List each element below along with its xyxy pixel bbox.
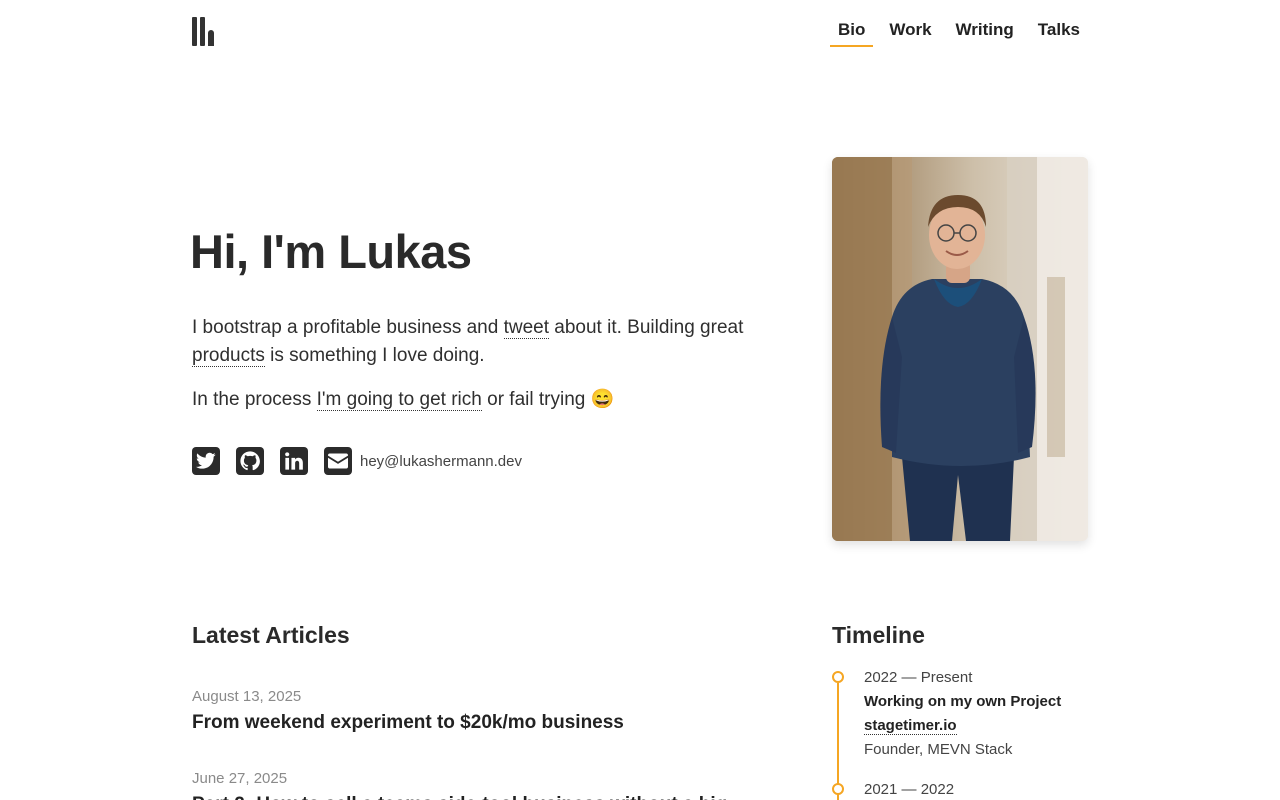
site-header: Bio Work Writing Talks bbox=[0, 0, 1280, 60]
hero-title: Hi, I'm Lukas bbox=[190, 225, 472, 278]
nav-item-bio[interactable]: Bio bbox=[829, 18, 874, 47]
logo-icon[interactable] bbox=[192, 16, 218, 46]
nav-item-work[interactable]: Work bbox=[881, 18, 939, 47]
article-item[interactable]: August 13, 2025 From weekend experiment … bbox=[192, 687, 792, 736]
social-links: hey@lukashermann.dev bbox=[192, 447, 522, 475]
timeline-role: Working on my own Project bbox=[864, 693, 1062, 710]
timeline-item: 2022 — Present Working on my own Project… bbox=[864, 666, 1088, 762]
twitter-icon[interactable] bbox=[192, 447, 220, 475]
linkedin-icon[interactable] bbox=[280, 447, 308, 475]
profile-photo bbox=[832, 157, 1088, 541]
timeline-title: Timeline bbox=[832, 622, 925, 648]
github-icon[interactable] bbox=[236, 447, 264, 475]
article-item[interactable]: June 27, 2025 Part 2: How to sell a team… bbox=[192, 769, 792, 800]
products-link[interactable]: products bbox=[192, 345, 265, 367]
intro-paragraph-2: In the process I'm going to get rich or … bbox=[192, 389, 615, 411]
tweet-link[interactable]: tweet bbox=[503, 317, 550, 339]
timeline-project-link[interactable]: stagetimer.io bbox=[864, 717, 957, 735]
timeline-dot bbox=[832, 671, 844, 683]
intro-text: I bootstrap a profitable business and tw… bbox=[192, 314, 792, 430]
nav-item-talks[interactable]: Talks bbox=[1030, 18, 1088, 47]
get-rich-link[interactable]: I'm going to get rich bbox=[316, 389, 482, 411]
nav-item-writing[interactable]: Writing bbox=[948, 18, 1022, 47]
timeline-period: 2021 — 2022 bbox=[864, 781, 955, 798]
timeline-detail: Founder, MEVN Stack bbox=[864, 741, 1013, 758]
mail-icon[interactable] bbox=[324, 447, 352, 475]
article-date: August 13, 2025 bbox=[192, 688, 302, 705]
latest-articles-title: Latest Articles bbox=[192, 622, 350, 648]
intro-paragraph-1: I bootstrap a profitable business and tw… bbox=[192, 317, 744, 367]
timeline-item: 2021 — 2022 bbox=[864, 778, 1088, 800]
main-nav: Bio Work Writing Talks bbox=[822, 18, 1088, 47]
timeline-period: 2022 — Present bbox=[864, 669, 973, 686]
timeline-dot bbox=[832, 783, 844, 795]
article-title: Part 2: How to sell a teams side-tool bu… bbox=[192, 792, 792, 800]
article-date: June 27, 2025 bbox=[192, 770, 288, 787]
email-link[interactable]: hey@lukashermann.dev bbox=[360, 453, 522, 470]
timeline: 2022 — Present Working on my own Project… bbox=[832, 666, 1088, 800]
article-title: From weekend experiment to $20k/mo busin… bbox=[192, 712, 624, 733]
